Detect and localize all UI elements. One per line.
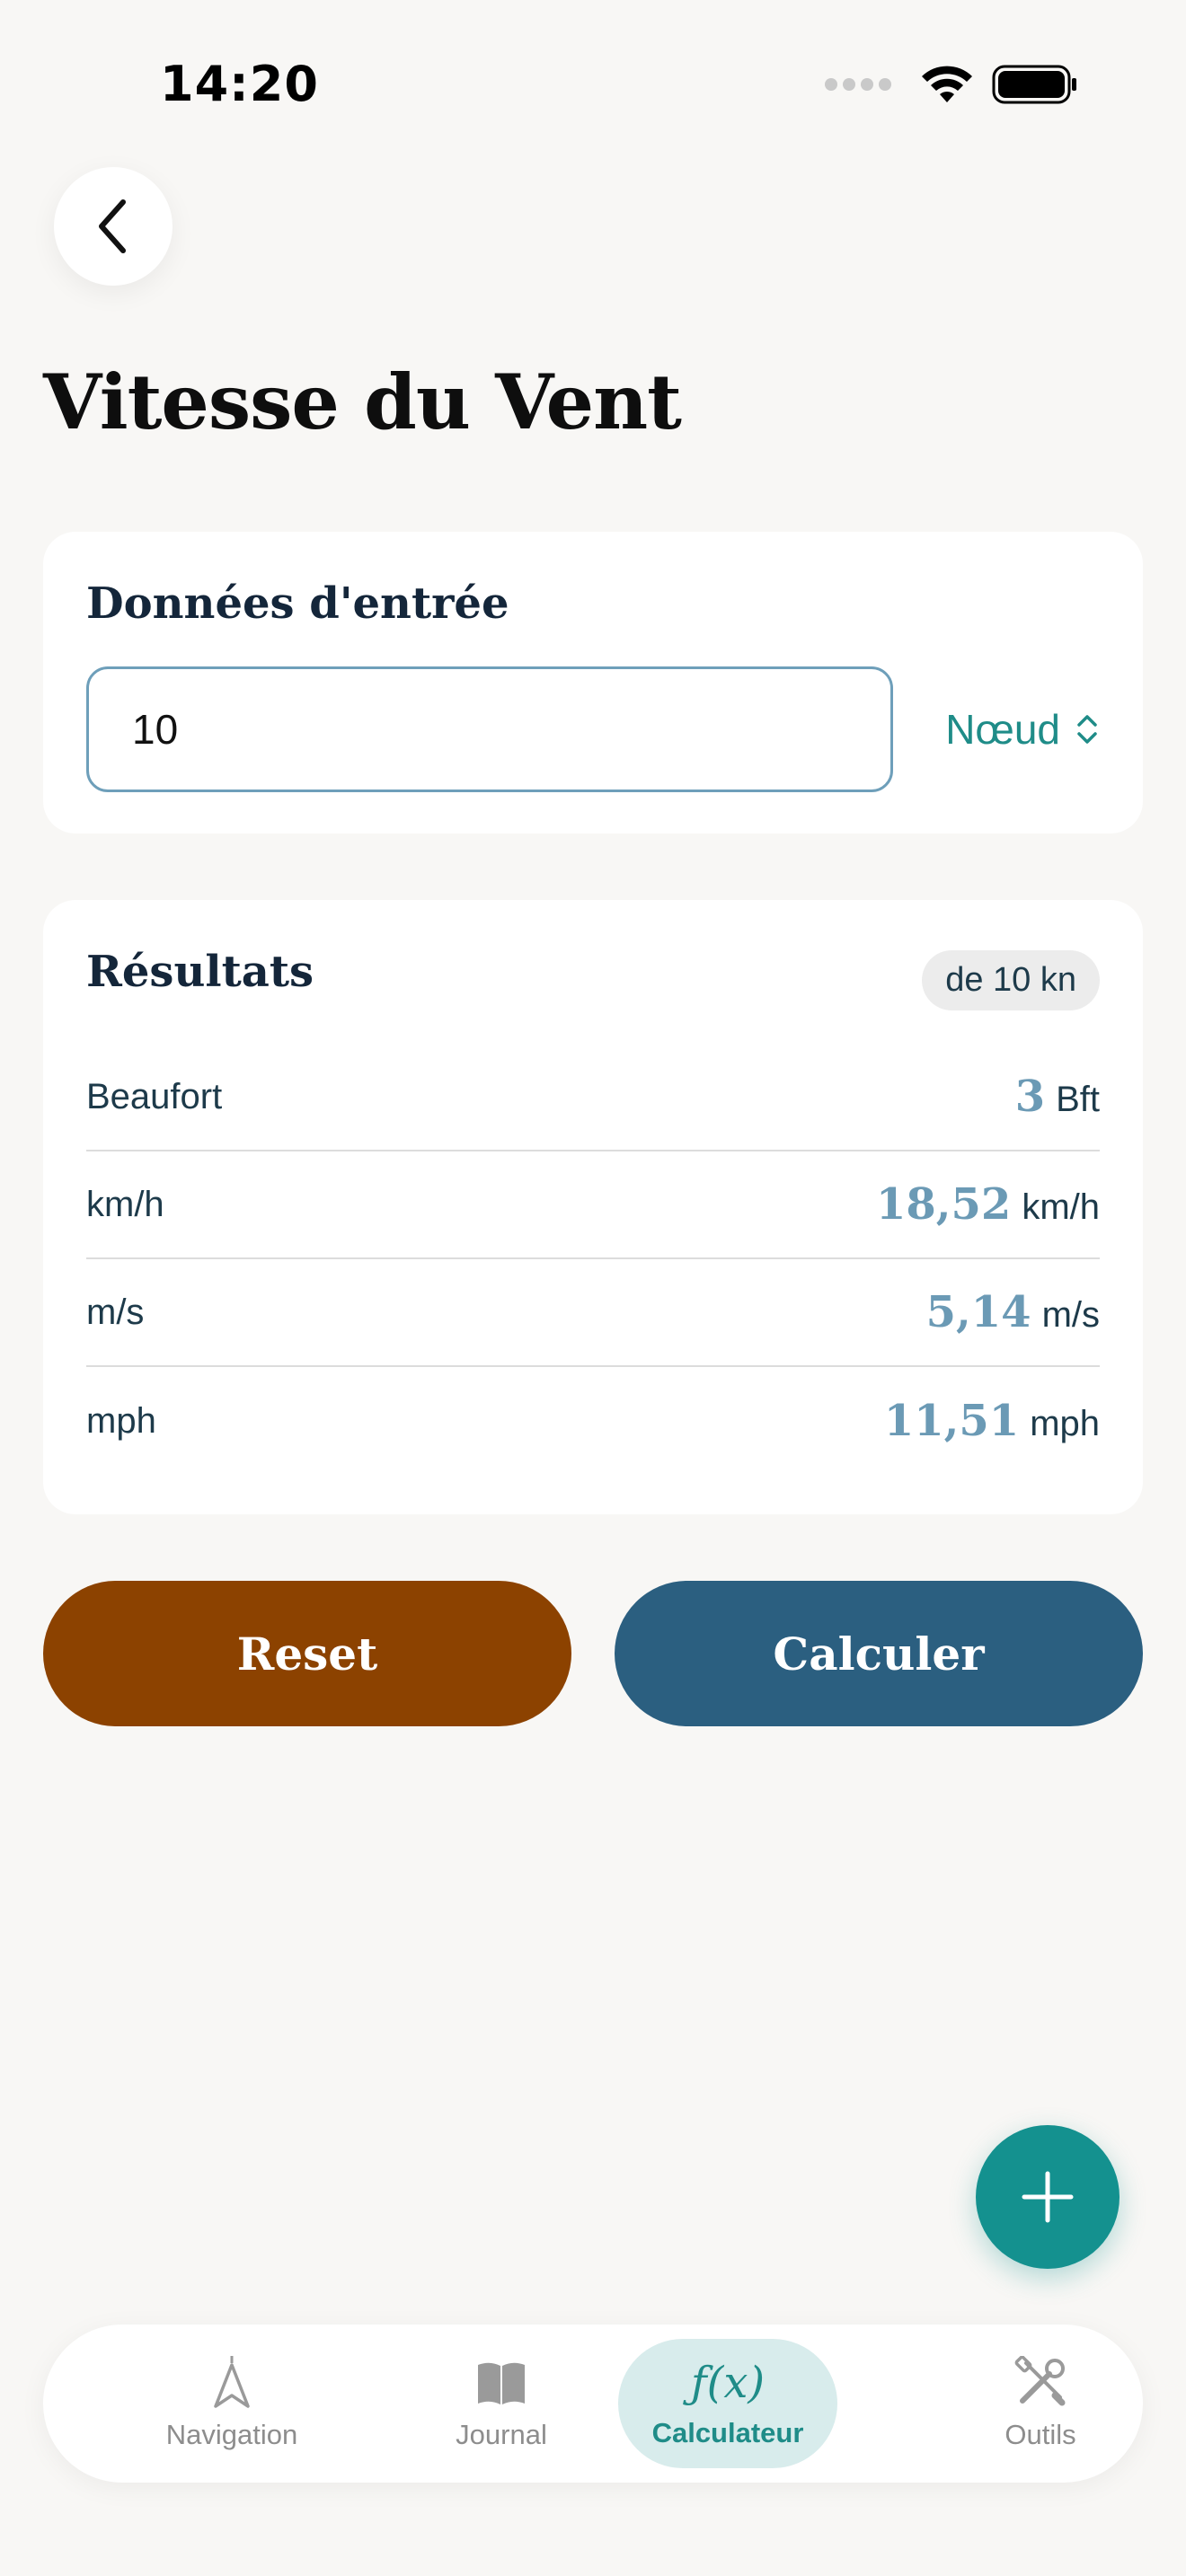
tab-label: Navigation xyxy=(165,2419,298,2450)
screen: 14:20 Vitesse du Vent Données d'entrée N… xyxy=(0,0,1186,2576)
calculate-button[interactable]: Calculer xyxy=(615,1581,1143,1726)
result-value: 11,51 mph xyxy=(884,1396,1100,1446)
result-label: m/s xyxy=(86,1292,145,1332)
result-value: 5,14 m/s xyxy=(926,1287,1100,1337)
fx-icon: ƒ(x) xyxy=(690,2358,766,2408)
tab-journal[interactable]: Journal xyxy=(368,2344,634,2463)
page-title: Vitesse du Vent xyxy=(43,357,682,446)
back-button[interactable] xyxy=(54,167,173,286)
result-unit: m/s xyxy=(1041,1295,1100,1335)
result-row-kmh: km/h 18,52 km/h xyxy=(86,1151,1100,1259)
result-row-beaufort: Beaufort 3 Bft xyxy=(86,1044,1100,1151)
input-card: Données d'entrée Nœud xyxy=(43,532,1143,834)
unit-selector-label: Nœud xyxy=(945,706,1060,753)
chevron-left-icon xyxy=(99,199,126,253)
result-label: Beaufort xyxy=(86,1076,223,1116)
battery-icon xyxy=(992,65,1076,104)
status-indicators xyxy=(825,63,1078,106)
wifi-icon xyxy=(922,66,972,102)
input-card-title: Données d'entrée xyxy=(86,578,509,629)
tab-label: Outils xyxy=(1005,2419,1076,2450)
result-number: 5,14 xyxy=(925,1287,1031,1337)
cellular-signal-icon xyxy=(825,78,891,91)
results-card-title: Résultats xyxy=(86,947,314,997)
result-unit: km/h xyxy=(1022,1187,1100,1227)
result-unit: mph xyxy=(1030,1404,1100,1443)
bottom-nav: Navigation Journal ƒ(x) Calculateur Outi… xyxy=(43,2325,1143,2483)
tab-label: Journal xyxy=(456,2419,547,2450)
tab-label: Calculateur xyxy=(651,2417,804,2448)
result-label: mph xyxy=(86,1400,156,1441)
result-number: 11,51 xyxy=(883,1396,1020,1446)
result-row-mph: mph 11,51 mph xyxy=(86,1367,1100,1475)
result-label: km/h xyxy=(86,1184,164,1224)
result-number: 18,52 xyxy=(876,1179,1012,1230)
compass-arrow-icon xyxy=(214,2356,250,2408)
chevron-up-down-icon xyxy=(1077,715,1097,744)
tab-outils[interactable]: Outils xyxy=(906,2344,1175,2463)
result-value: 3 Bft xyxy=(1015,1072,1100,1122)
plus-icon xyxy=(1022,2171,1074,2223)
tab-navigation[interactable]: Navigation xyxy=(97,2344,367,2463)
book-icon xyxy=(478,2362,525,2404)
unit-selector[interactable]: Nœud xyxy=(945,666,1100,792)
add-button[interactable] xyxy=(976,2125,1120,2269)
result-unit: Bft xyxy=(1056,1080,1100,1119)
result-value: 18,52 km/h xyxy=(876,1179,1100,1230)
source-badge: de 10 kn xyxy=(922,950,1100,1010)
results-card: Résultats de 10 kn Beaufort 3 Bft km/h 1… xyxy=(43,900,1143,1514)
speed-input[interactable] xyxy=(86,666,893,792)
reset-button[interactable]: Reset xyxy=(43,1581,571,1726)
status-time: 14:20 xyxy=(160,56,319,112)
tools-icon xyxy=(1014,2356,1066,2406)
result-row-ms: m/s 5,14 m/s xyxy=(86,1259,1100,1367)
tab-calculateur[interactable]: ƒ(x) Calculateur xyxy=(618,2339,837,2468)
result-number: 3 xyxy=(1014,1072,1046,1122)
